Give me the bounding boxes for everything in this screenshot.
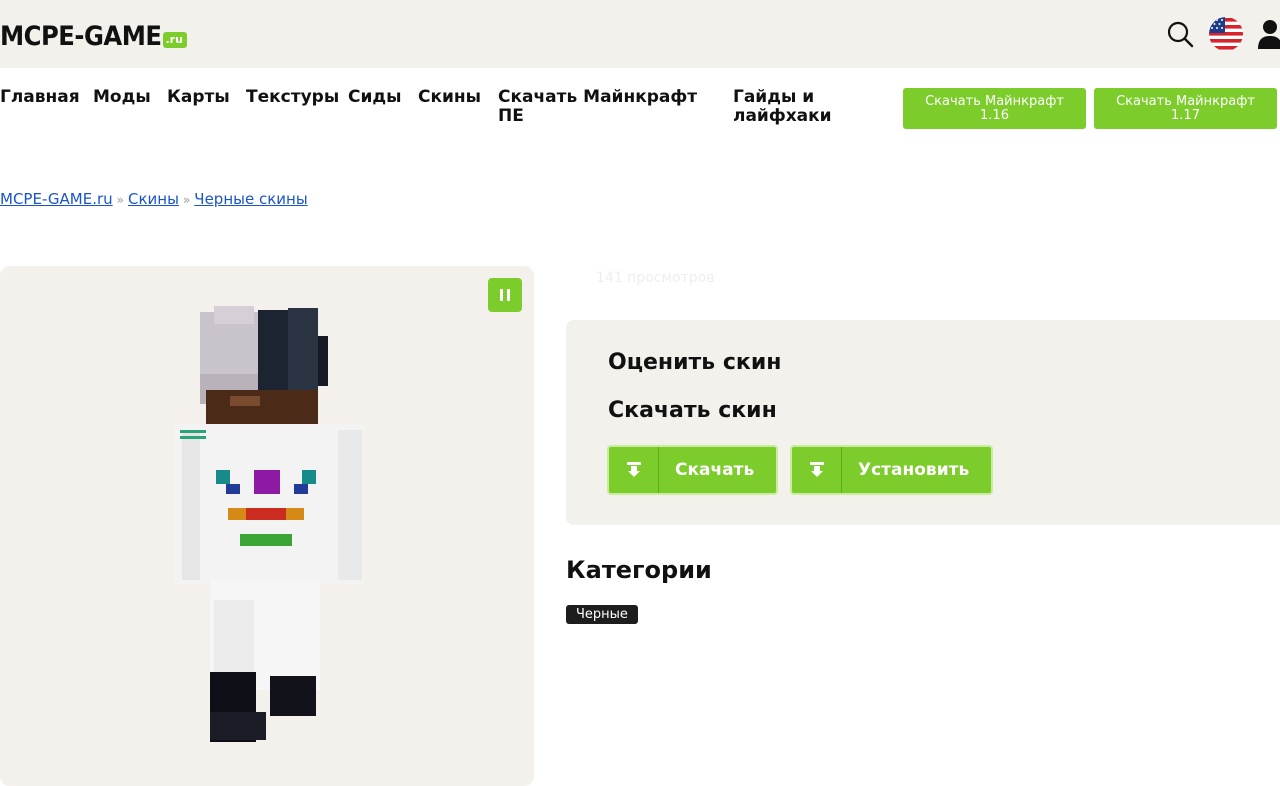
download-arrow-icon — [609, 447, 659, 493]
nav-item-skins[interactable]: Скины — [418, 88, 481, 107]
breadcrumb-separator: » — [116, 193, 124, 207]
download-button-line1: Скачать Майнкрафт — [1116, 93, 1255, 109]
logo-text: MCPE-GAME — [0, 21, 162, 52]
categories-heading: Категории — [566, 556, 712, 584]
pause-icon — [500, 289, 503, 301]
install-label: Установить — [858, 460, 970, 480]
breadcrumb-home[interactable]: MCPE-GAME.ru — [0, 190, 113, 208]
download-mc-117-button[interactable]: Скачать Майнкрафт 1.17 — [1094, 88, 1277, 129]
pause-button[interactable] — [488, 278, 522, 312]
nav-item-download-mcpe[interactable]: Скачать Майнкрафт ПЕ — [498, 88, 698, 126]
nav-item-mods[interactable]: Моды — [93, 88, 151, 107]
download-button-version: 1.17 — [1171, 107, 1200, 123]
logo-tld-badge: .ru — [162, 32, 187, 48]
download-button-line1: Скачать Майнкрафт — [925, 93, 1064, 109]
us-flag-icon[interactable] — [1208, 16, 1244, 52]
header-icons — [1166, 14, 1280, 54]
download-button-version: 1.16 — [980, 107, 1009, 123]
skin-actions-card: Оценить скин Скачать скин Скачать Устано… — [566, 320, 1280, 525]
nav-item-guides[interactable]: Гайды и лайфхаки — [733, 88, 843, 126]
site-logo[interactable]: MCPE-GAME .ru — [0, 18, 187, 52]
breadcrumb-skins[interactable]: Скины — [128, 190, 179, 208]
breadcrumb-black-skins[interactable]: Черные скины — [194, 190, 307, 208]
main-nav: Главная Моды Карты Текстуры Сиды Скины С… — [0, 88, 880, 130]
download-skin-heading: Скачать скин — [608, 398, 777, 423]
site-header: MCPE-GAME .ru — [0, 0, 1280, 68]
breadcrumb-separator: » — [182, 193, 191, 207]
nav-item-textures[interactable]: Текстуры — [246, 88, 339, 107]
user-icon[interactable] — [1258, 19, 1280, 49]
download-mc-116-button[interactable]: Скачать Майнкрафт 1.16 — [903, 88, 1086, 129]
nav-item-home[interactable]: Главная — [0, 88, 80, 107]
nav-item-seeds[interactable]: Сиды — [348, 88, 402, 107]
nav-item-maps[interactable]: Карты — [167, 88, 230, 107]
category-tag-black[interactable]: Черные — [566, 605, 638, 624]
download-button[interactable]: Скачать — [607, 445, 779, 495]
rate-skin-heading: Оценить скин — [608, 350, 782, 375]
breadcrumb: MCPE-GAME.ru» Скины» Черные скины — [0, 190, 308, 209]
search-icon[interactable] — [1166, 20, 1194, 48]
pause-icon — [507, 289, 510, 301]
skin-3d-model — [174, 306, 364, 742]
install-button[interactable]: Установить — [790, 445, 994, 495]
views-count: 141 просмотров — [596, 270, 715, 286]
install-arrow-icon — [792, 447, 842, 493]
download-label: Скачать — [675, 460, 755, 480]
